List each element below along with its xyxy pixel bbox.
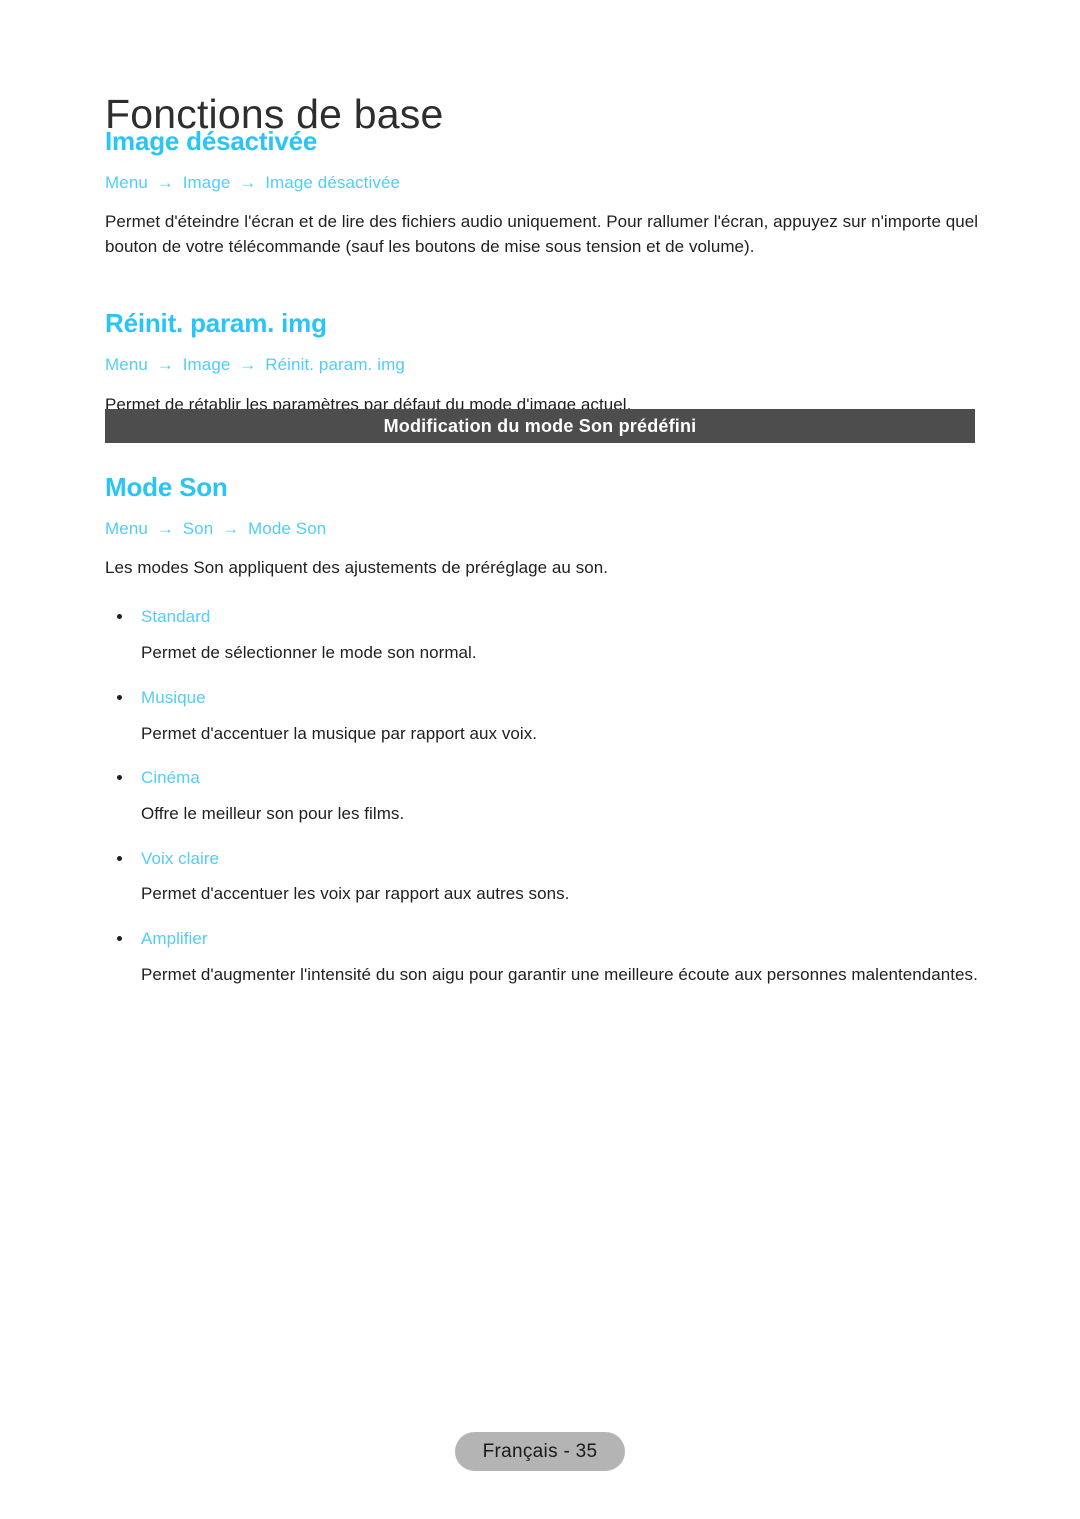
option-label-text: Voix claire bbox=[141, 848, 220, 868]
breadcrumb-crumb: Menu bbox=[105, 519, 148, 539]
option-label-text: Amplifier bbox=[141, 929, 208, 949]
breadcrumb-crumb: Menu bbox=[105, 173, 148, 193]
breadcrumb-crumb: Image bbox=[182, 355, 231, 375]
option-description: Permet de sélectionner le mode son norma… bbox=[141, 643, 477, 663]
section-heading-reinit-param-img: Réinit. param. img bbox=[105, 308, 327, 339]
arrow-right-icon: → bbox=[239, 173, 257, 193]
sound-mode-section: Mode Son Menu → Son → Mode Son Les modes… bbox=[105, 472, 980, 1007]
bullet-icon bbox=[117, 694, 122, 700]
breadcrumb-mode-son: Menu → Son → Mode Son bbox=[105, 518, 980, 540]
option-description: Permet d'accentuer la musique par rappor… bbox=[141, 723, 538, 743]
option-label-voix-claire: Voix claire bbox=[105, 847, 980, 871]
option-label-text: Musique bbox=[141, 687, 206, 707]
page-footer-label: Français - 35 bbox=[482, 1440, 598, 1462]
option-description: Permet d'accentuer les voix par rapport … bbox=[141, 884, 570, 904]
section-body-mode-son: Les modes Son appliquent des ajustements… bbox=[105, 558, 609, 578]
section-banner: Modification du mode Son prédéfini bbox=[105, 409, 975, 443]
section-heading-mode-son: Mode Son bbox=[105, 472, 228, 502]
breadcrumb-crumb: Image bbox=[182, 173, 231, 193]
breadcrumb-crumb: Image désactivée bbox=[265, 173, 401, 193]
section-body-image-desactivee: Permet d'éteindre l'écran et de lire des… bbox=[105, 212, 979, 257]
breadcrumb-crumb: Son bbox=[182, 519, 214, 539]
breadcrumb-crumb: Mode Son bbox=[248, 519, 327, 539]
arrow-right-icon: → bbox=[222, 519, 240, 539]
document-content: Image désactivée Menu → Image → Image dé… bbox=[105, 126, 980, 435]
sound-mode-option-list: Standard Permet de sélectionner le mode … bbox=[105, 605, 980, 987]
option-label-standard: Standard bbox=[105, 605, 980, 629]
arrow-right-icon: → bbox=[156, 519, 174, 539]
arrow-right-icon: → bbox=[156, 173, 174, 193]
arrow-right-icon: → bbox=[239, 355, 257, 375]
breadcrumb-image-desactivee: Menu → Image → Image désactivée bbox=[105, 172, 980, 194]
list-item: Amplifier Permet d'augmenter l'intensité… bbox=[105, 927, 980, 987]
list-item: Standard Permet de sélectionner le mode … bbox=[105, 605, 980, 665]
option-description: Permet d'augmenter l'intensité du son ai… bbox=[141, 964, 978, 984]
arrow-right-icon: → bbox=[156, 355, 174, 375]
breadcrumb-crumb: Menu bbox=[105, 355, 148, 375]
option-label-text: Standard bbox=[141, 607, 211, 627]
section-banner-title: Modification du mode Son prédéfini bbox=[383, 415, 697, 436]
document-page: Fonctions de base Image désactivée Menu … bbox=[0, 0, 1080, 1519]
bullet-icon bbox=[117, 936, 122, 942]
page-footer-badge: Français - 35 bbox=[455, 1432, 625, 1471]
option-label-amplifier: Amplifier bbox=[105, 927, 980, 951]
option-description: Offre le meilleur son pour les films. bbox=[141, 803, 405, 823]
bullet-icon bbox=[117, 775, 122, 781]
breadcrumb-crumb: Réinit. param. img bbox=[265, 355, 405, 375]
list-item: Voix claire Permet d'accentuer les voix … bbox=[105, 847, 980, 907]
bullet-icon bbox=[117, 855, 122, 861]
list-item: Cinéma Offre le meilleur son pour les fi… bbox=[105, 766, 980, 826]
option-label-cinema: Cinéma bbox=[105, 766, 980, 790]
breadcrumb-reinit-param-img: Menu → Image → Réinit. param. img bbox=[105, 354, 980, 376]
option-label-text: Cinéma bbox=[141, 768, 200, 788]
bullet-icon bbox=[117, 614, 122, 620]
list-item: Musique Permet d'accentuer la musique pa… bbox=[105, 686, 980, 746]
section-heading-image-desactivee: Image désactivée bbox=[105, 126, 318, 156]
option-label-musique: Musique bbox=[105, 686, 980, 710]
